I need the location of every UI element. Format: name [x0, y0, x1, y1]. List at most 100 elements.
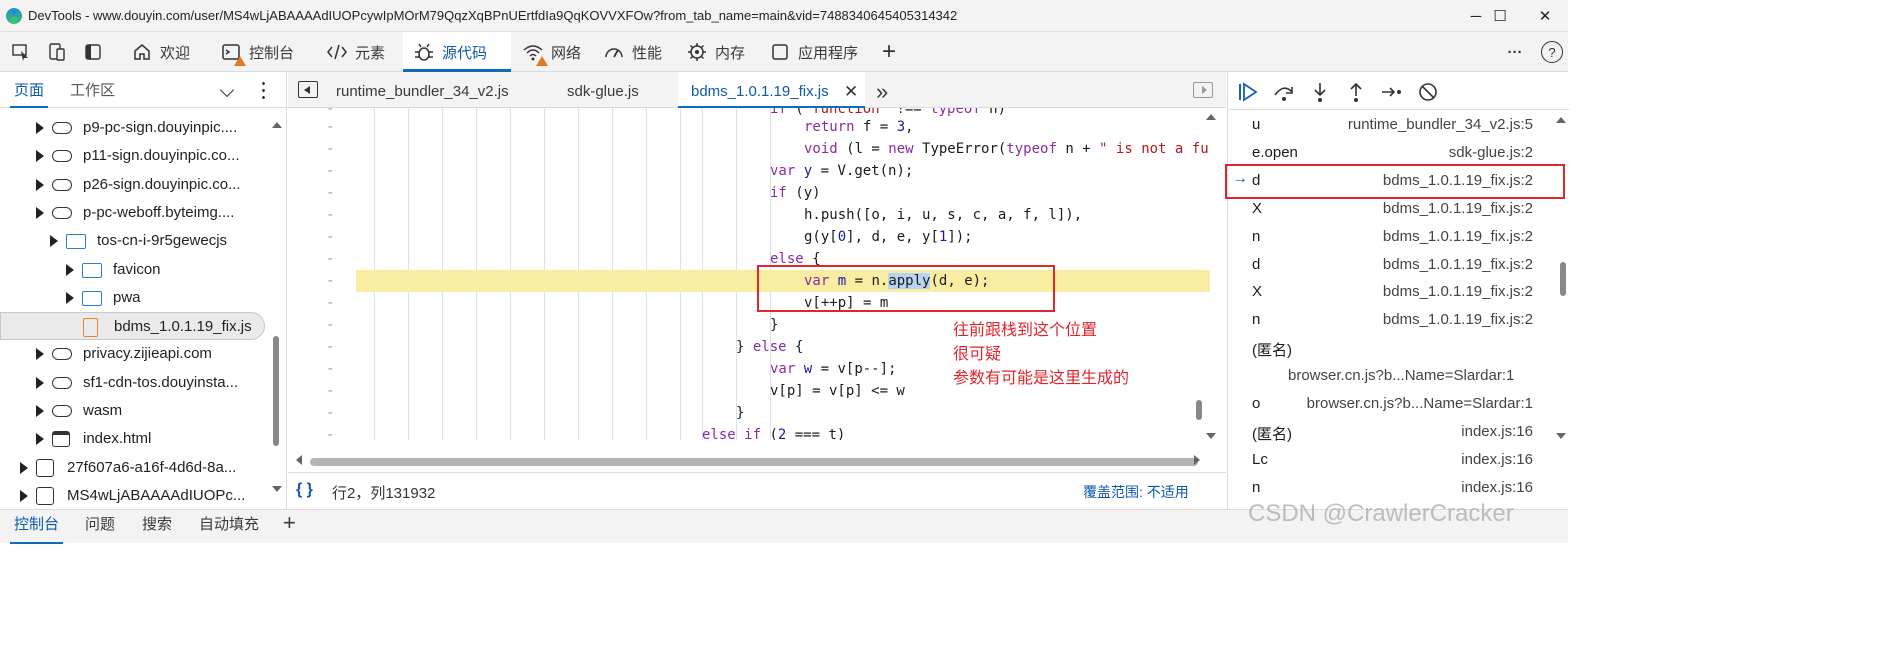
cursor-position: 行2，列131932 — [332, 485, 436, 502]
tab-page[interactable]: 页面 — [9, 72, 49, 108]
tab-memory[interactable]: 内存 — [676, 32, 755, 72]
frame-location: index.js:16 — [1461, 450, 1533, 468]
call-stack-frame[interactable]: n index.js:16 — [1228, 474, 1553, 502]
maximize-button[interactable]: ☐ — [1477, 0, 1523, 32]
tree-item[interactable]: p26-sign.douyinpic.co... — [0, 171, 270, 199]
editor-tab-bdms[interactable]: bdms_1.0.1.19_fix.js ✕ — [678, 72, 865, 108]
expand-arrow-icon[interactable] — [66, 291, 74, 304]
more-tabs-icon[interactable]: » — [876, 72, 888, 108]
navigator-tabs: 页面 工作区 — [0, 72, 287, 108]
toggle-navigator-icon[interactable] — [298, 81, 318, 98]
device-emulation-icon[interactable] — [46, 41, 68, 63]
tree-item[interactable]: bdms_1.0.1.19_fix.js — [0, 312, 265, 341]
tree-item[interactable]: wasm — [0, 397, 270, 425]
call-stack-frame[interactable]: n bdms_1.0.1.19_fix.js:2 — [1228, 306, 1553, 334]
tree-scrollbar[interactable] — [273, 336, 279, 446]
editor-tab-runtime[interactable]: runtime_bundler_34_v2.js — [336, 72, 509, 108]
scroll-down-icon[interactable] — [272, 486, 282, 492]
scroll-up-icon[interactable] — [272, 122, 282, 128]
call-stack-scrollbar[interactable] — [1560, 262, 1566, 296]
tree-item[interactable]: index.html — [0, 425, 270, 453]
folder-icon — [82, 262, 102, 278]
tree-item[interactable]: p-pc-weboff.byteimg.... — [0, 199, 270, 227]
resume-button[interactable] — [1236, 80, 1260, 104]
drawer-tab-search[interactable]: 搜索 — [142, 510, 172, 544]
expand-arrow-icon[interactable] — [36, 405, 44, 417]
more-vertical-icon[interactable] — [262, 80, 265, 100]
call-stack-frame[interactable]: n bdms_1.0.1.19_fix.js:2 — [1228, 223, 1553, 251]
expand-arrow-icon[interactable] — [36, 376, 44, 389]
expand-arrow-icon[interactable] — [36, 122, 44, 134]
tree-item[interactable]: sf1-cdn-tos.douyinsta... — [0, 369, 270, 397]
scroll-right-icon[interactable] — [1194, 455, 1200, 465]
call-stack-frame[interactable]: Xbdms_1.0.1.19_fix.js:2 — [1228, 278, 1553, 306]
scroll-up-icon[interactable] — [1206, 114, 1216, 120]
add-drawer-tab-button[interactable]: + — [283, 510, 296, 544]
tab-performance[interactable]: 性能 — [593, 32, 672, 72]
tree-item[interactable]: p11-sign.douyinpic.co... — [0, 142, 270, 170]
tree-item[interactable]: privacy.zijieapi.com — [0, 340, 270, 368]
tree-item[interactable]: MS4wLjABAAAAdIUOPc... — [0, 482, 270, 510]
cloud-icon — [52, 405, 72, 417]
toggle-sidebar-icon[interactable] — [82, 41, 104, 63]
tree-item[interactable]: favicon — [0, 256, 270, 284]
drawer-tab-issues[interactable]: 问题 — [85, 510, 115, 544]
call-stack-frame[interactable]: d bdms_1.0.1.19_fix.js:2 — [1228, 251, 1553, 279]
tab-network[interactable]: 网络 — [512, 32, 591, 72]
scroll-down-icon[interactable] — [1556, 433, 1566, 439]
tab-elements[interactable]: 元素 — [316, 32, 395, 72]
expand-arrow-icon[interactable] — [50, 235, 58, 248]
tab-sources[interactable]: 源代码 — [403, 32, 511, 72]
tree-item[interactable]: 27f607a6-a16f-4d6d-8a... — [0, 454, 270, 482]
deactivate-breakpoints-button[interactable] — [1416, 80, 1440, 104]
add-tab-button[interactable]: + — [878, 38, 900, 65]
wifi-icon — [522, 41, 548, 66]
help-button[interactable]: ? — [1541, 41, 1563, 63]
expand-arrow-icon[interactable] — [20, 489, 28, 502]
expand-arrow-icon[interactable] — [36, 206, 44, 219]
console-icon — [220, 41, 246, 66]
expand-arrow-icon[interactable] — [36, 150, 44, 163]
call-stack-frame[interactable]: u runtime_bundler_34_v2.js:5 — [1228, 111, 1553, 139]
tree-item[interactable]: p9-pc-sign.douyinpic.... — [0, 114, 270, 142]
expand-arrow-icon[interactable] — [20, 461, 28, 474]
pretty-print-button[interactable]: { } — [296, 481, 313, 499]
call-stack-frame[interactable]: Lc index.js:16 — [1228, 446, 1553, 474]
scroll-up-icon[interactable] — [1556, 117, 1566, 123]
more-options-button[interactable]: ··· — [1504, 41, 1526, 63]
tree-item-label: privacy.zijieapi.com — [83, 345, 212, 363]
call-stack-frame[interactable]: (匿名) — [1228, 334, 1553, 362]
expand-arrow-icon[interactable] — [66, 263, 74, 276]
close-tab-icon[interactable]: ✕ — [844, 72, 858, 112]
call-stack-frame[interactable]: browser.cn.js?b...Name=Slardar:1 — [1228, 362, 1553, 390]
tab-console[interactable]: 控制台 — [210, 32, 304, 72]
scroll-left-icon[interactable] — [296, 455, 302, 465]
step-button[interactable] — [1380, 80, 1404, 104]
tab-application[interactable]: 应用程序 — [759, 32, 868, 72]
expand-arrow-icon[interactable] — [36, 178, 44, 191]
inspect-element-icon[interactable] — [10, 41, 32, 63]
expand-arrow-icon[interactable] — [36, 433, 44, 446]
code-horizontal-scrollbar[interactable] — [310, 458, 1198, 466]
step-into-button[interactable] — [1308, 80, 1332, 104]
tree-item[interactable]: tos-cn-i-9r5gewecjs — [0, 227, 270, 255]
scroll-down-icon[interactable] — [1206, 433, 1216, 439]
step-out-button[interactable] — [1344, 80, 1368, 104]
code-vertical-scrollbar[interactable] — [1196, 400, 1202, 420]
drawer-tab-autofill[interactable]: 自动填充 — [199, 510, 259, 544]
expand-arrow-icon[interactable] — [36, 348, 44, 361]
editor-tab-sdk-glue[interactable]: sdk-glue.js — [567, 72, 639, 108]
tree-item[interactable]: pwa — [0, 284, 270, 312]
call-stack-frame[interactable]: o browser.cn.js?b...Name=Slardar:1 — [1228, 390, 1553, 418]
toggle-debugger-icon[interactable] — [1193, 82, 1213, 98]
tab-welcome[interactable]: 欢迎 — [121, 32, 200, 72]
call-stack-frame[interactable]: (匿名) index.js:16 — [1228, 418, 1553, 446]
chevron-down-icon[interactable] — [219, 82, 235, 98]
close-window-button[interactable]: ✕ — [1522, 0, 1568, 32]
drawer-tab-console[interactable]: 控制台 — [9, 510, 64, 544]
step-over-button[interactable] — [1272, 80, 1296, 104]
call-stack-frame[interactable]: e.open sdk-glue.js:2 — [1228, 139, 1553, 167]
frame-location: bdms_1.0.1.19_fix.js:2 — [1382, 311, 1533, 329]
tab-workspace[interactable]: 工作区 — [70, 72, 115, 108]
coverage-link[interactable]: 覆盖范围: 不适用 — [1083, 482, 1189, 502]
